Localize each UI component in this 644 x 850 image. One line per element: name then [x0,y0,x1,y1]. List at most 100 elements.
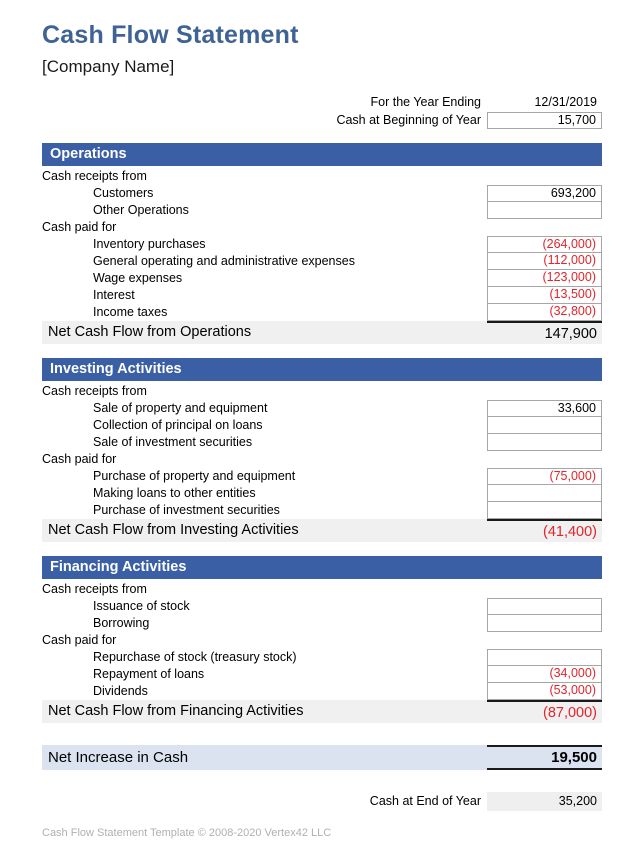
line-item-input[interactable]: (112,000) [487,253,602,270]
line-item-row: Cash paid for [42,632,602,649]
line-item-input[interactable]: 33,600 [487,400,602,417]
line-item-label: Cash receipts from [42,384,147,398]
section-investing-activities: Investing Activities Cash receipts from Sa… [42,358,602,542]
line-item-row: Dividends (53,000) [42,683,602,700]
line-item-value-empty [487,632,602,649]
line-item-row: Cash receipts from [42,383,602,400]
line-item-input[interactable] [487,417,602,434]
section-total-label: Net Cash Flow from Financing Activities [48,703,304,719]
line-item-input[interactable]: 693,200 [487,185,602,202]
line-item-row: Making loans to other entities [42,485,602,502]
cash-end-value: 35,200 [487,792,602,811]
line-item-label: Cash paid for [42,452,117,466]
section-header: Financing Activities [42,556,602,579]
section-rows: Cash receipts from Issuance of stock Borro… [42,579,602,700]
line-item-label: Dividends [93,684,148,698]
line-item-row: Collection of principal on loans [42,417,602,434]
meta-row-cash-beginning: Cash at Beginning of Year 15,700 [42,112,602,129]
line-item-input[interactable] [487,649,602,666]
net-increase-value: 19,500 [487,745,602,770]
line-item-input[interactable]: (53,000) [487,683,602,700]
net-increase-label: Net Increase in Cash [48,749,189,766]
line-item-row: Cash receipts from [42,581,602,598]
section-operations: Operations Cash receipts from Customers 693… [42,143,602,344]
line-item-row: Inventory purchases (264,000) [42,236,602,253]
cash-end-label: Cash at End of Year [369,794,481,808]
line-item-input[interactable]: (75,000) [487,468,602,485]
section-rows: Cash receipts from Sale of property and e… [42,381,602,519]
section-header: Investing Activities [42,358,602,381]
line-item-label: Issuance of stock [93,599,190,613]
line-item-row: Repayment of loans (34,000) [42,666,602,683]
line-item-row: Sale of property and equipment 33,600 [42,400,602,417]
line-item-input[interactable]: (32,800) [487,304,602,321]
section-total-value: (87,000) [487,700,602,723]
line-item-input[interactable]: (123,000) [487,270,602,287]
line-item-label: Cash paid for [42,220,117,234]
line-item-input[interactable] [487,615,602,632]
line-item-label: Customers [93,186,154,200]
line-item-label: Collection of principal on loans [93,418,263,432]
company-name[interactable]: [Company Name] [42,50,602,78]
line-item-label: Purchase of property and equipment [93,469,296,483]
line-item-row: Purchase of investment securities [42,502,602,519]
line-item-row: Income taxes (32,800) [42,304,602,321]
line-item-row: Issuance of stock [42,598,602,615]
footer-credit: Cash Flow Statement Template © 2008-2020… [42,827,332,839]
section-total-row: Net Cash Flow from Operations 147,900 [42,321,602,344]
line-item-row: Purchase of property and equipment (75,00… [42,468,602,485]
line-item-input[interactable] [487,502,602,519]
line-item-input[interactable]: (13,500) [487,287,602,304]
line-item-row: Cash paid for [42,451,602,468]
section-total-row: Net Cash Flow from Financing Activities (… [42,700,602,723]
line-item-label: General operating and administrative exp… [93,254,355,268]
line-item-value-empty [487,451,602,468]
line-item-input[interactable] [487,485,602,502]
line-item-label: Making loans to other entities [93,486,256,500]
line-item-label: Inventory purchases [93,237,206,251]
line-item-value-empty [487,168,602,185]
year-ending-value[interactable]: 12/31/2019 [487,94,602,111]
sections-container: Operations Cash receipts from Customers 693… [42,143,602,723]
line-item-row: Interest (13,500) [42,287,602,304]
line-item-input[interactable] [487,598,602,615]
page-title: Cash Flow Statement [42,21,299,49]
cash-beginning-input[interactable]: 15,700 [487,112,602,129]
section-header: Operations [42,143,602,166]
line-item-value-empty [487,219,602,236]
line-item-row: Repurchase of stock (treasury stock) [42,649,602,666]
line-item-label: Income taxes [93,305,168,319]
line-item-row: Other Operations [42,202,602,219]
line-item-input[interactable]: (264,000) [487,236,602,253]
line-item-label: Cash receipts from [42,582,147,596]
line-item-row: General operating and administrative exp… [42,253,602,270]
section-total-row: Net Cash Flow from Investing Activities (… [42,519,602,542]
statement-meta: For the Year Ending 12/31/2019 Cash at B… [42,94,602,129]
year-ending-label: For the Year Ending [370,95,482,109]
line-item-row: Wage expenses (123,000) [42,270,602,287]
line-item-label: Cash receipts from [42,169,147,183]
line-item-row: Borrowing [42,615,602,632]
line-item-input[interactable] [487,202,602,219]
cash-end-row: Cash at End of Year 35,200 [42,792,602,811]
section-total-label: Net Cash Flow from Investing Activities [48,522,299,538]
line-item-label: Interest [93,288,135,302]
line-item-input[interactable]: (34,000) [487,666,602,683]
line-item-row: Cash receipts from [42,168,602,185]
line-item-row: Cash paid for [42,219,602,236]
line-item-label: Cash paid for [42,633,117,647]
line-item-value-empty [487,383,602,400]
cash-beginning-label: Cash at Beginning of Year [336,113,481,127]
line-item-input[interactable] [487,434,602,451]
section-total-label: Net Cash Flow from Operations [48,324,252,340]
cash-flow-statement-sheet: Cash Flow Statement [Company Name] For t… [0,0,644,850]
line-item-label: Wage expenses [93,271,183,285]
line-item-label: Sale of investment securities [93,435,253,449]
line-item-label: Other Operations [93,203,189,217]
line-item-value-empty [487,581,602,598]
line-item-label: Borrowing [93,616,150,630]
line-item-label: Repayment of loans [93,667,205,681]
section-total-value: 147,900 [487,321,602,344]
net-increase-block: Net Increase in Cash 19,500 [42,745,602,770]
line-item-label: Repurchase of stock (treasury stock) [93,650,297,664]
